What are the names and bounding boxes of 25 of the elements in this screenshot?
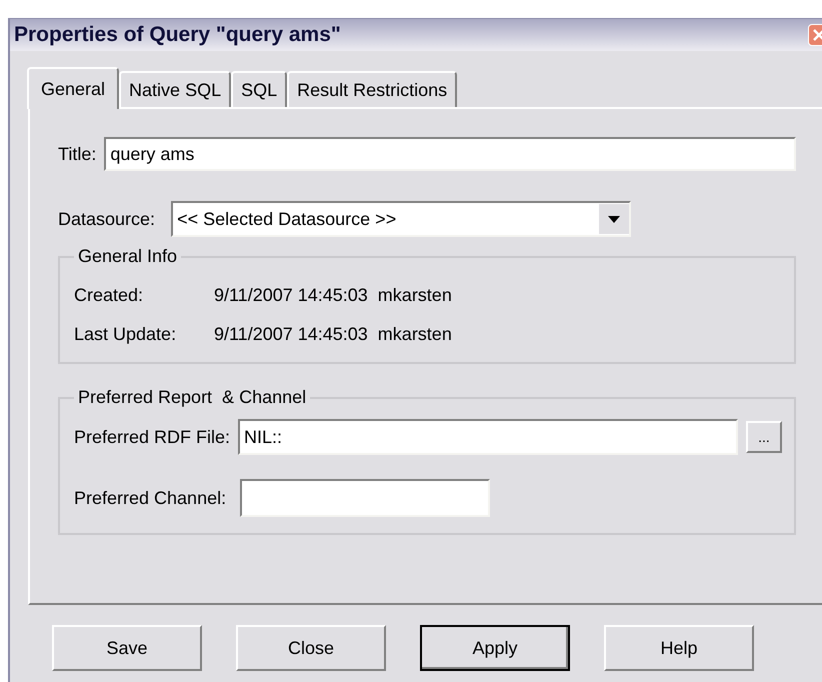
datasource-dropdown[interactable]: << Selected Datasource >>: [171, 201, 632, 237]
info-label: Created:: [74, 284, 144, 307]
dialog-button[interactable]: Close: [236, 625, 386, 671]
dialog-button[interactable]: Help: [604, 625, 754, 671]
title-field[interactable]: query ams: [104, 137, 796, 171]
title-label: Title:: [58, 142, 96, 166]
channel-field[interactable]: [240, 479, 490, 517]
rdf-file-field[interactable]: NIL::: [238, 419, 738, 455]
window-title: Properties of Query "query ams": [14, 22, 341, 48]
info-label: Last Update:: [74, 323, 178, 346]
browse-button[interactable]: ...: [746, 421, 782, 453]
datasource-label: Datasource:: [58, 208, 156, 230]
dialog-button[interactable]: Save: [52, 625, 202, 671]
info-value: 9/11/2007 14:45:03 mkarsten: [214, 284, 452, 307]
tab[interactable]: General: [27, 67, 120, 109]
tab[interactable]: Native SQL: [119, 71, 232, 107]
group-heading: Preferred Report & Channel: [77, 386, 308, 409]
group-heading: General Info: [77, 245, 178, 268]
dialog-button[interactable]: Apply: [420, 625, 570, 671]
tab[interactable]: Result Restrictions: [287, 71, 458, 107]
info-value: 9/11/2007 14:45:03 mkarsten: [214, 323, 452, 346]
close-icon: [813, 29, 822, 41]
tab[interactable]: SQL: [231, 71, 288, 107]
channel-label: Preferred Channel:: [74, 486, 226, 510]
rdf-file-label: Preferred RDF File:: [74, 426, 230, 448]
